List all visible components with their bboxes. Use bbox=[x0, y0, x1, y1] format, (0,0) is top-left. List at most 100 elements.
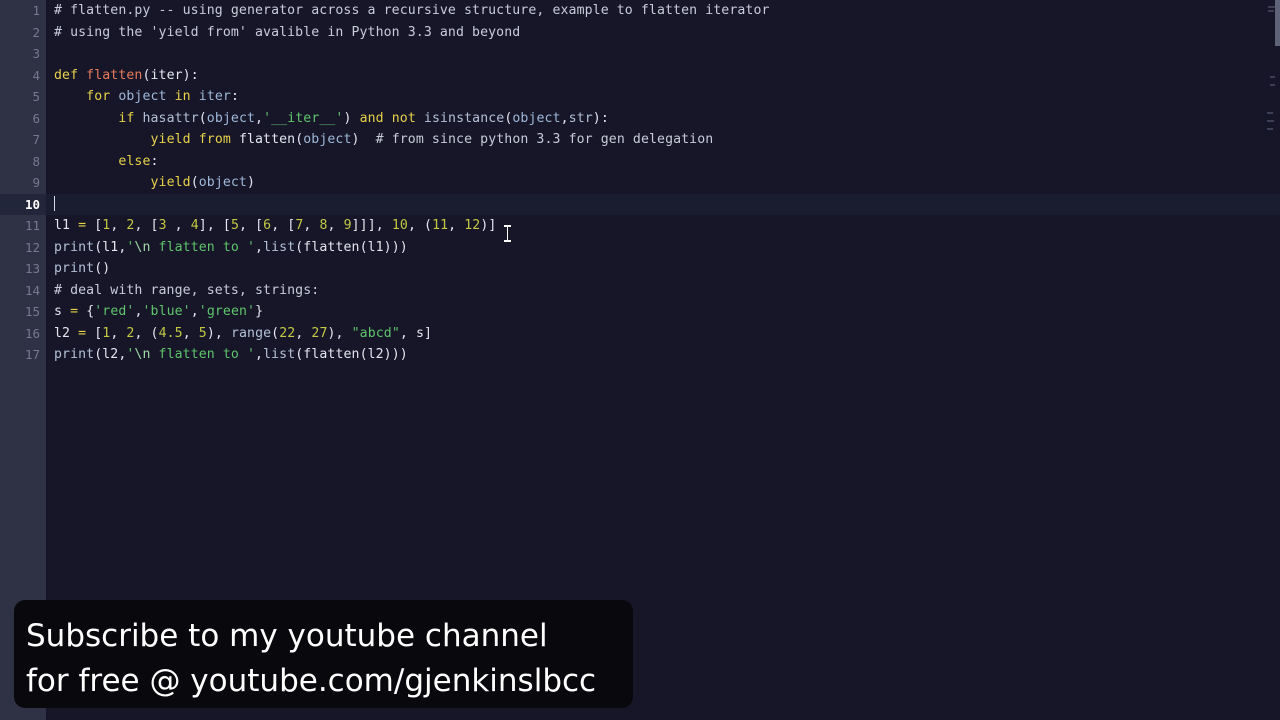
line-number-label: 2 bbox=[32, 24, 40, 40]
token-var: object bbox=[198, 175, 247, 190]
code-line-17[interactable]: print(l2,'\n flatten to ',list(flatten(l… bbox=[46, 344, 1280, 366]
token-plain: () bbox=[94, 261, 111, 276]
token-plain: , bbox=[182, 325, 199, 341]
code-line-15[interactable]: s = {'red','blue','green'} bbox=[46, 301, 1280, 323]
line-number-7[interactable]: 7 bbox=[0, 129, 46, 151]
token-keyword: for bbox=[86, 89, 119, 104]
token-plain: ]]], bbox=[351, 218, 392, 233]
token-plain: , bbox=[110, 218, 127, 233]
code-line-2[interactable]: # using the 'yield from' avalible in Pyt… bbox=[46, 22, 1280, 44]
token-keyword: not bbox=[391, 110, 424, 126]
token-comment: # from since python 3.3 for gen delegati… bbox=[375, 132, 714, 147]
line-number-label: 13 bbox=[24, 261, 40, 276]
token-escape: \n bbox=[134, 347, 151, 362]
line-number-4[interactable]: 4▼ bbox=[0, 65, 51, 87]
code-editor-window: 1234▼5▼6▼78▼91011121314151617 # flatten.… bbox=[0, 0, 1280, 720]
token-plain: ], [ bbox=[198, 218, 231, 233]
code-line-7[interactable]: yield from flatten(object) # from since … bbox=[46, 129, 1280, 151]
line-number-13[interactable]: 13 bbox=[0, 258, 46, 280]
token-number: 12 bbox=[464, 218, 481, 233]
line-number-6[interactable]: 6▼ bbox=[0, 108, 51, 130]
token-string: '__iter__' bbox=[263, 110, 344, 126]
token-plain: , [ bbox=[239, 218, 264, 233]
token-plain: , bbox=[110, 325, 127, 341]
line-number-17[interactable]: 17 bbox=[0, 344, 46, 366]
token-plain: , [ bbox=[134, 218, 159, 233]
token-string: "abcd" bbox=[351, 325, 400, 341]
code-line-8[interactable]: else: bbox=[46, 151, 1280, 173]
token-builtin: hasattr bbox=[142, 110, 199, 126]
minimap-mark-4 bbox=[1267, 112, 1273, 114]
line-number-10[interactable]: 10 bbox=[0, 193, 46, 215]
code-line-11[interactable]: l1 = [1, 2, [3 , 4], [5, [6, [7, 8, 9]]]… bbox=[46, 215, 1280, 237]
code-line-1[interactable]: # flatten.py -- using generator across a… bbox=[46, 0, 1280, 22]
line-number-label: 7 bbox=[32, 132, 40, 147]
token-comment: # using the 'yield from' avalible in Pyt… bbox=[54, 24, 521, 40]
line-number-label: 15 bbox=[24, 304, 40, 319]
token-builtin: print bbox=[54, 261, 95, 276]
token-builtin: print bbox=[54, 347, 95, 362]
token-string: 'green' bbox=[198, 304, 256, 319]
code-line-13[interactable]: print() bbox=[46, 258, 1280, 280]
token-plain: (l1, bbox=[94, 239, 127, 255]
line-number-label: 14 bbox=[24, 282, 40, 298]
token-plain: (flatten(l2))) bbox=[295, 347, 408, 362]
token-plain: ) bbox=[343, 110, 360, 126]
token-keyword: = bbox=[78, 218, 95, 233]
token-plain: ( bbox=[190, 175, 199, 190]
token-number: 22 bbox=[279, 325, 296, 341]
token-plain: , bbox=[190, 304, 199, 319]
token-number: 9 bbox=[343, 218, 352, 233]
line-number-label: 6 bbox=[32, 110, 40, 126]
line-number-3[interactable]: 3 bbox=[0, 43, 46, 65]
line-number-1[interactable]: 1 bbox=[0, 0, 46, 22]
token-plain: , [ bbox=[271, 218, 296, 233]
token-plain: : bbox=[150, 153, 159, 169]
minimap[interactable] bbox=[1266, 0, 1278, 200]
line-number-label: 16 bbox=[24, 325, 40, 341]
subscribe-overlay-banner: Subscribe to my youtube channel for free… bbox=[14, 600, 633, 708]
code-line-14[interactable]: # deal with range, sets, strings: bbox=[46, 280, 1280, 302]
token-comment: # deal with range, sets, strings: bbox=[54, 282, 320, 298]
line-number-5[interactable]: 5▼ bbox=[0, 86, 51, 108]
token-builtin: range bbox=[230, 325, 272, 341]
token-keyword: = bbox=[70, 304, 87, 319]
token-keyword: and bbox=[359, 110, 392, 126]
line-number-15[interactable]: 15 bbox=[0, 301, 46, 323]
line-number-11[interactable]: 11 bbox=[0, 215, 46, 237]
token-keyword: def bbox=[54, 67, 87, 83]
line-number-label: 8 bbox=[32, 153, 40, 169]
token-plain: ) bbox=[351, 132, 376, 147]
line-number-9[interactable]: 9 bbox=[0, 172, 46, 194]
code-line-6[interactable]: if hasattr(object,'__iter__') and not is… bbox=[46, 108, 1280, 130]
code-line-16[interactable]: l2 = [1, 2, (4.5, 5), range(22, 27), "ab… bbox=[46, 323, 1280, 345]
code-line-12[interactable]: print(l1,'\n flatten to ',list(flatten(l… bbox=[46, 237, 1280, 259]
token-number: 11 bbox=[432, 218, 449, 233]
token-plain: , s] bbox=[399, 325, 433, 341]
code-line-9[interactable]: yield(object) bbox=[46, 172, 1280, 194]
token-plain: , bbox=[255, 239, 264, 255]
code-line-4[interactable]: def flatten(iter): bbox=[46, 65, 1280, 87]
token-builtin: list bbox=[263, 239, 296, 255]
token-keyword: else bbox=[118, 153, 151, 169]
token-plain: ( bbox=[198, 110, 207, 126]
line-number-2[interactable]: 2 bbox=[0, 22, 46, 44]
code-line-5[interactable]: for object in iter: bbox=[46, 86, 1280, 108]
token-plain: , bbox=[560, 110, 569, 126]
token-builtin: print bbox=[54, 239, 95, 255]
token-plain: ): bbox=[592, 110, 609, 126]
token-escape: \n bbox=[134, 239, 151, 255]
line-number-8[interactable]: 8▼ bbox=[0, 151, 51, 173]
token-plain: , ( bbox=[134, 325, 159, 341]
token-var: object bbox=[512, 110, 561, 126]
line-number-12[interactable]: 12 bbox=[0, 237, 46, 259]
line-number-16[interactable]: 16 bbox=[0, 323, 46, 345]
code-line-10[interactable] bbox=[46, 193, 1280, 215]
line-number-label: 4 bbox=[32, 67, 40, 83]
token-builtin: list bbox=[263, 347, 296, 362]
line-number-14[interactable]: 14 bbox=[0, 280, 46, 302]
code-line-3[interactable] bbox=[46, 43, 1280, 65]
